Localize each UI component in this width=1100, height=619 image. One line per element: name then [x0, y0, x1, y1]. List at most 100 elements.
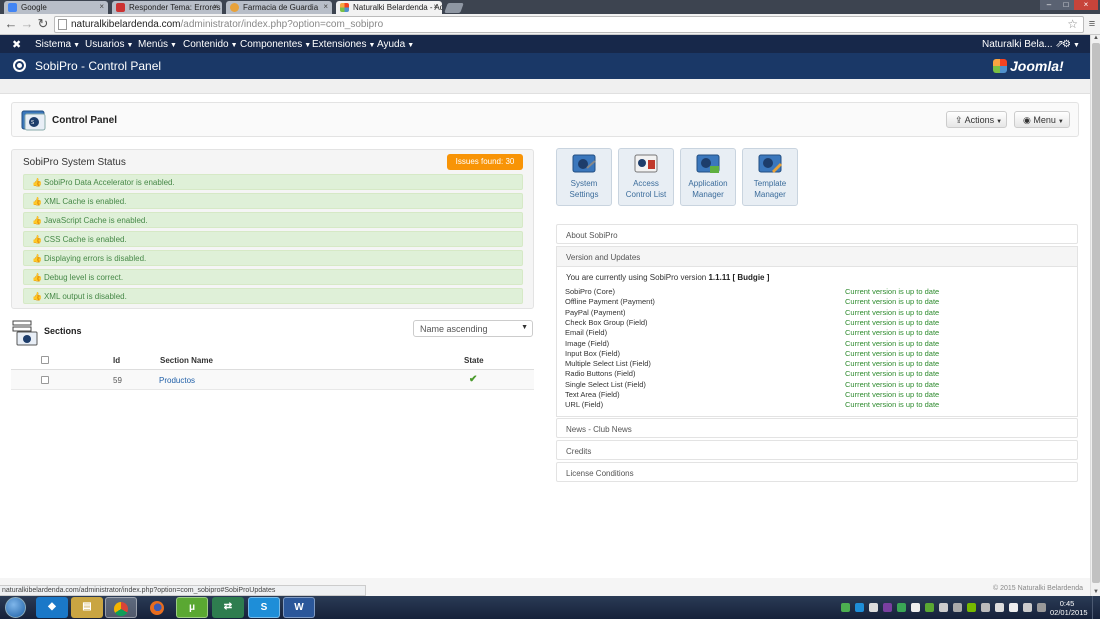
column-section-name[interactable]: Section Name: [160, 356, 213, 365]
menu-button[interactable]: ◉ Menu ▼: [1014, 111, 1070, 128]
chat-tray-icon[interactable]: [1023, 603, 1032, 612]
close-icon[interactable]: ×: [99, 2, 104, 11]
joomla-favicon-icon: [340, 3, 349, 12]
actions-button[interactable]: ⇪ Actions ▼: [946, 111, 1007, 128]
menu-sistema[interactable]: Sistema ▼: [35, 39, 80, 50]
utorrent-tray-icon[interactable]: [925, 603, 934, 612]
windows-start-button[interactable]: [5, 597, 26, 618]
system-settings-button[interactable]: System Settings: [556, 148, 612, 206]
menu-usuarios[interactable]: Usuarios ▼: [85, 39, 133, 50]
ftp-taskbar-icon[interactable]: ⇄: [212, 597, 244, 618]
forward-arrow-icon[interactable]: →: [19, 16, 35, 32]
browser-tab-farmacia[interactable]: Farmacia de Guardia ×: [226, 1, 332, 14]
accordion-news[interactable]: News - Club News: [556, 418, 1078, 438]
share-icon: ⇪: [955, 115, 963, 125]
status-item: 👍 Displaying errors is disabled.: [23, 250, 523, 266]
joomla-brand: Joomla!: [993, 58, 1064, 74]
settings-gear-icon[interactable]: ⚙ ▼: [1062, 39, 1080, 50]
access-control-list-button[interactable]: Access Control List: [618, 148, 674, 206]
volume-icon[interactable]: [995, 603, 1004, 612]
skype-tray-icon[interactable]: [855, 603, 864, 612]
joomla-logo-icon: [993, 59, 1007, 73]
reload-icon[interactable]: ↻: [35, 16, 51, 32]
tray-icon[interactable]: [939, 603, 948, 612]
window-close-button[interactable]: ×: [1074, 0, 1098, 10]
joomla-logo-icon[interactable]: ✖: [12, 38, 21, 51]
tray-icon[interactable]: [953, 603, 962, 612]
state-published-icon[interactable]: ✔: [469, 374, 477, 385]
flag-icon[interactable]: [1009, 603, 1018, 612]
menu-extensiones[interactable]: Extensiones ▼: [312, 39, 375, 50]
scrollbar-thumb[interactable]: [1092, 43, 1100, 583]
explorer-taskbar-icon[interactable]: ▤: [71, 597, 103, 618]
menu-ayuda[interactable]: Ayuda ▼: [377, 39, 414, 50]
template-manager-button[interactable]: Template Manager: [742, 148, 798, 206]
maximize-button[interactable]: □: [1058, 0, 1074, 10]
show-desktop-button[interactable]: [1092, 596, 1100, 619]
chrome-menu-icon[interactable]: ≡: [1084, 16, 1100, 32]
dropbox-taskbar-icon[interactable]: ◆: [36, 597, 68, 618]
address-bar-input[interactable]: naturalkibelardenda.com/administrator/in…: [54, 16, 1084, 33]
close-icon[interactable]: ×: [433, 2, 438, 11]
thumbs-up-icon: 👍: [32, 273, 42, 282]
select-all-checkbox[interactable]: [41, 356, 49, 364]
extension-name: Radio Buttons (Field): [565, 369, 636, 378]
firefox-taskbar-icon[interactable]: [141, 597, 173, 618]
user-menu[interactable]: Naturalki Bela... ⇗: [982, 39, 1064, 50]
browser-tab-naturalki[interactable]: Naturalki Belardenda - Ad ×: [336, 1, 442, 14]
tray-icon[interactable]: [841, 603, 850, 612]
column-id[interactable]: Id: [113, 356, 120, 365]
windows-taskbar: ◆ ▤ μ ⇄ S W 0:45 02/01/2015: [0, 596, 1100, 619]
bookmark-star-icon[interactable]: ☆: [1067, 17, 1078, 31]
extension-name: Text Area (Field): [565, 390, 620, 399]
close-icon[interactable]: ×: [323, 2, 328, 11]
row-checkbox[interactable]: [41, 376, 49, 384]
system-status-panel: SobiPro System Status Issues found: 30 👍…: [11, 149, 534, 309]
close-icon[interactable]: ×: [213, 2, 218, 11]
tray-icon[interactable]: [897, 603, 906, 612]
network-signal-icon[interactable]: [981, 603, 990, 612]
taskbar-clock[interactable]: 0:45 02/01/2015: [1050, 599, 1088, 617]
eye-icon: ◉: [1023, 115, 1031, 125]
extension-status: Current version is up to date: [845, 308, 940, 317]
extension-name: Input Box (Field): [565, 349, 621, 358]
extension-name: Check Box Group (Field): [565, 318, 648, 327]
tray-icon[interactable]: [1037, 603, 1046, 612]
issues-found-badge[interactable]: Issues found: 30: [447, 154, 523, 170]
page-scrollbar[interactable]: ▲ ▼: [1090, 35, 1100, 596]
thumbs-up-icon: 👍: [32, 197, 42, 206]
forum-favicon-icon: [116, 3, 125, 12]
utorrent-taskbar-icon[interactable]: μ: [176, 597, 208, 618]
access-control-icon: [634, 154, 658, 173]
accordion-about-sobipro[interactable]: About SobiPro: [556, 224, 1078, 244]
status-item: 👍 Debug level is correct.: [23, 269, 523, 285]
extension-status: Current version is up to date: [845, 400, 940, 409]
sort-order-select[interactable]: Name ascending ▼: [413, 320, 533, 337]
tray-icon[interactable]: [911, 603, 920, 612]
minimize-button[interactable]: ‒: [1040, 0, 1058, 10]
accordion-version-header[interactable]: Version and Updates: [557, 247, 1077, 267]
column-state[interactable]: State: [464, 356, 484, 365]
menu-componentes[interactable]: Componentes ▼: [240, 39, 311, 50]
accordion-license[interactable]: License Conditions: [556, 462, 1078, 482]
thumbs-up-icon: 👍: [32, 254, 42, 263]
section-link-productos[interactable]: Productos: [159, 376, 195, 385]
menu-contenido[interactable]: Contenido ▼: [183, 39, 238, 50]
tray-icon[interactable]: [883, 603, 892, 612]
menu-menus[interactable]: Menús ▼: [138, 39, 177, 50]
accordion-credits[interactable]: Credits: [556, 440, 1078, 460]
row-id: 59: [113, 376, 122, 385]
skype-taskbar-icon[interactable]: S: [248, 597, 280, 618]
application-manager-button[interactable]: Application Manager: [680, 148, 736, 206]
thumbs-up-icon: 👍: [32, 235, 42, 244]
word-taskbar-icon[interactable]: W: [283, 597, 315, 618]
chrome-taskbar-icon[interactable]: [105, 597, 137, 618]
back-arrow-icon[interactable]: ←: [3, 16, 19, 32]
new-tab-button[interactable]: [444, 3, 464, 13]
tray-icon[interactable]: [869, 603, 878, 612]
nvidia-tray-icon[interactable]: [967, 603, 976, 612]
browser-tab-google[interactable]: Google ×: [4, 1, 108, 14]
browser-tab-foro[interactable]: Responder Tema: Errores ×: [112, 1, 222, 14]
control-panel-title: Control Panel: [52, 115, 118, 126]
extension-name: Multiple Select List (Field): [565, 359, 651, 368]
